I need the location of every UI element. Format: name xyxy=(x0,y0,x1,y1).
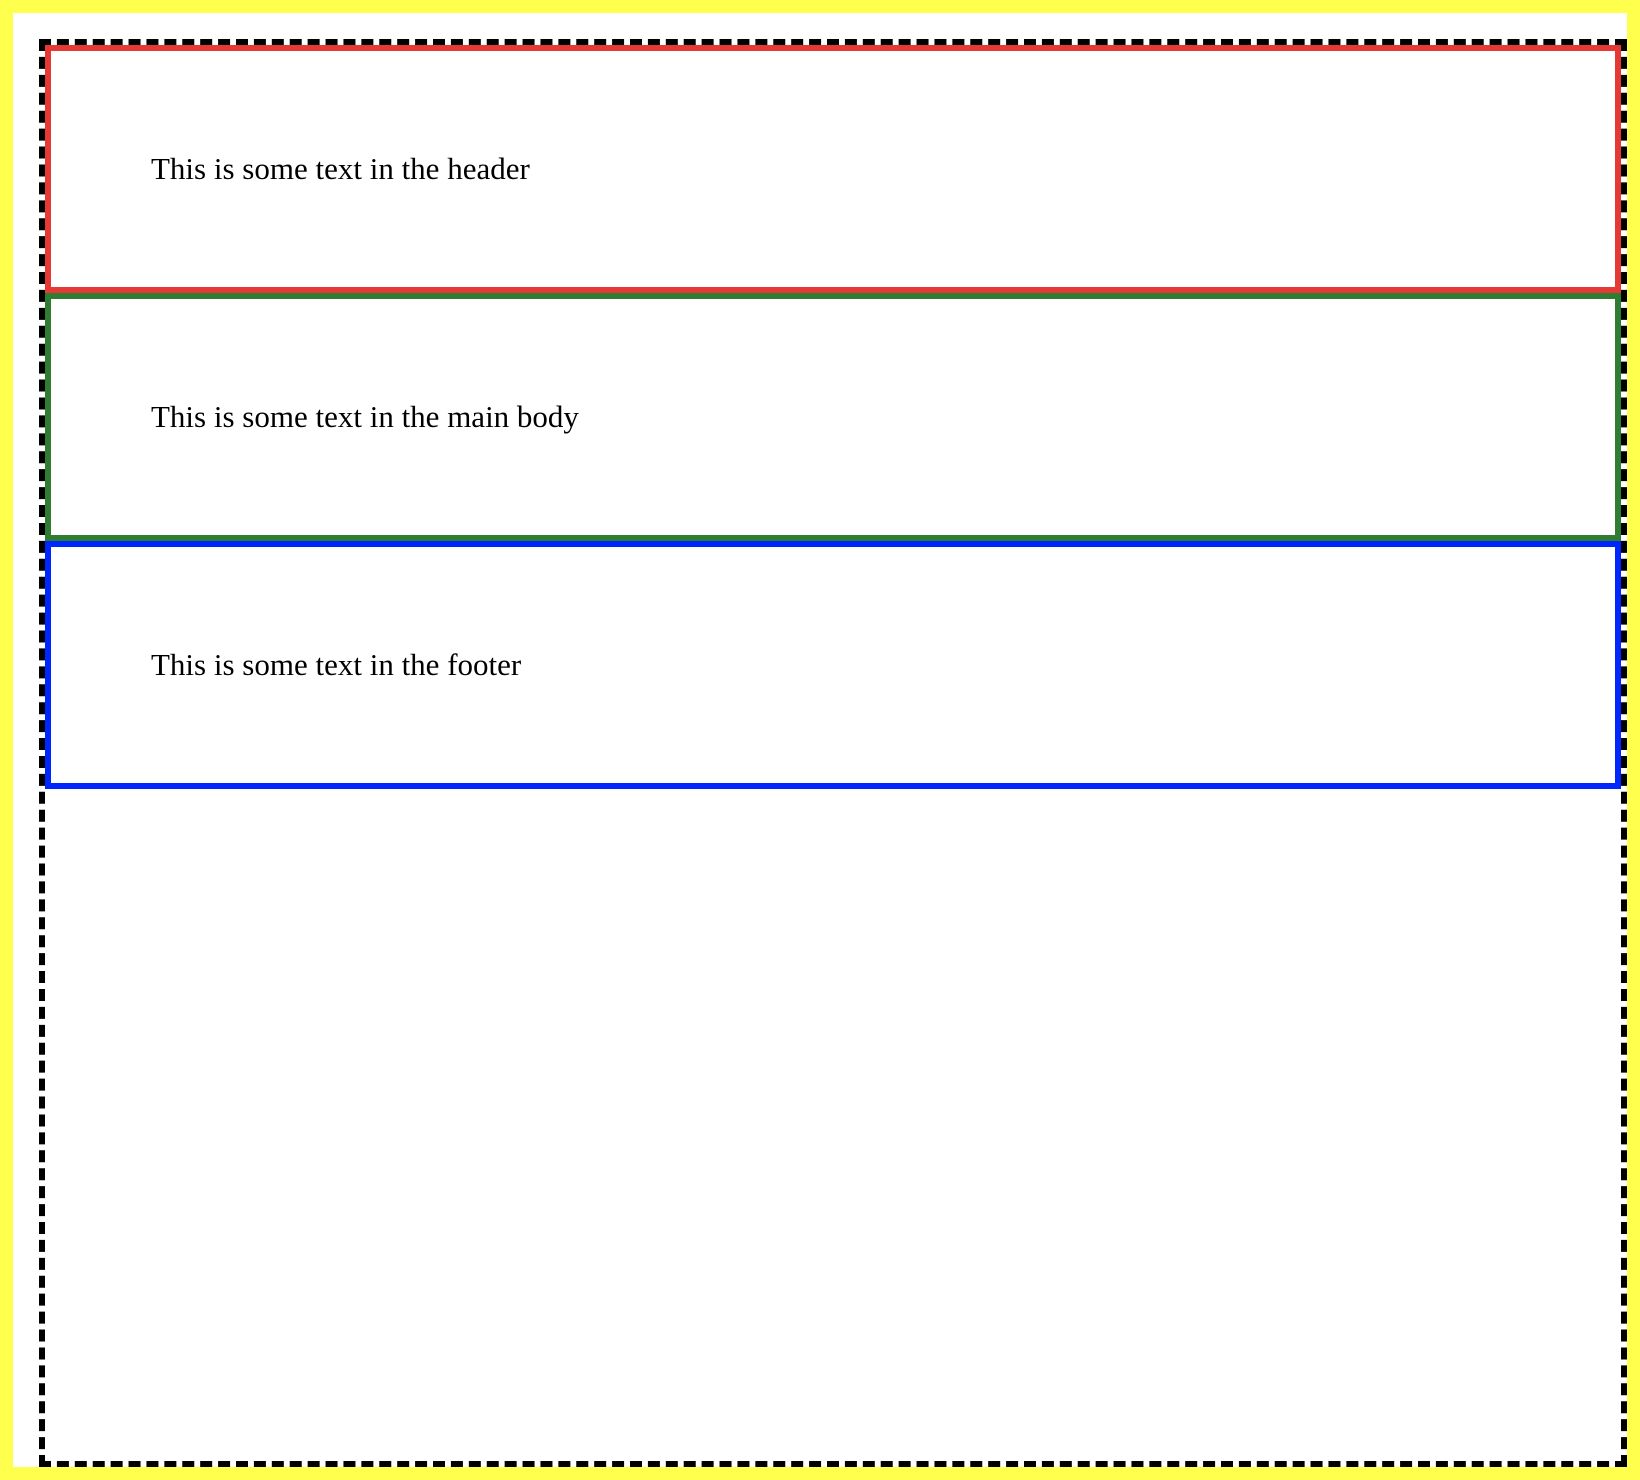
footer-text: This is some text in the footer xyxy=(151,647,522,682)
main-body-text: This is some text in the main body xyxy=(151,399,579,434)
main-body-section: This is some text in the main body xyxy=(45,293,1621,541)
header-text: This is some text in the header xyxy=(151,151,530,186)
header-section: This is some text in the header xyxy=(45,45,1621,293)
footer-section: This is some text in the footer xyxy=(45,541,1621,789)
outer-frame: This is some text in the header This is … xyxy=(0,0,1640,1480)
